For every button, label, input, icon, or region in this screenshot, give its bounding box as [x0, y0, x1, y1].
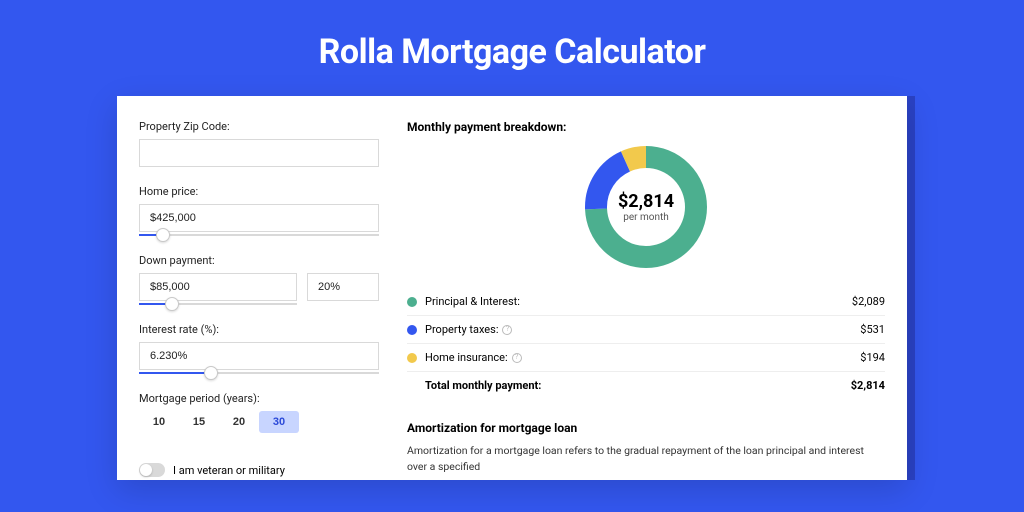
donut-subtext: per month: [623, 212, 669, 223]
calculator-card: Property Zip Code: Home price: Down paym…: [117, 96, 907, 480]
breakdown-value: $531: [860, 323, 885, 336]
veteran-label: I am veteran or military: [173, 464, 285, 477]
interest-rate-label: Interest rate (%):: [139, 323, 379, 336]
home-price-label: Home price:: [139, 185, 379, 198]
breakdown-total-value: $2,814: [851, 379, 885, 392]
slider-thumb-icon[interactable]: [156, 228, 170, 242]
zip-input[interactable]: [139, 139, 379, 167]
zip-label: Property Zip Code:: [139, 120, 379, 133]
field-down-payment: Down payment:: [139, 254, 379, 305]
home-price-slider[interactable]: [139, 234, 379, 236]
down-payment-input[interactable]: [139, 273, 297, 301]
payment-donut-chart: $2,814 per month: [583, 144, 709, 270]
veteran-toggle-row: I am veteran or military: [139, 463, 379, 477]
period-options: 10 15 20 30: [139, 411, 379, 433]
inputs-panel: Property Zip Code: Home price: Down paym…: [139, 120, 379, 480]
field-interest-rate: Interest rate (%):: [139, 323, 379, 374]
breakdown-row-principal: Principal & Interest: $2,089: [407, 288, 885, 316]
down-payment-pct-input[interactable]: [307, 273, 379, 301]
info-icon[interactable]: ?: [502, 325, 512, 335]
field-home-price: Home price:: [139, 185, 379, 236]
down-payment-label: Down payment:: [139, 254, 379, 267]
breakdown-label: Property taxes:: [425, 323, 498, 336]
breakdown-row-total: Total monthly payment: $2,814: [407, 372, 885, 399]
slider-thumb-icon[interactable]: [165, 297, 179, 311]
field-zip: Property Zip Code:: [139, 120, 379, 167]
breakdown-row-taxes: Property taxes: ? $531: [407, 316, 885, 344]
donut-amount: $2,814: [618, 191, 674, 212]
period-label: Mortgage period (years):: [139, 392, 379, 405]
amortization-title: Amortization for mortgage loan: [407, 421, 885, 435]
breakdown-value: $2,089: [852, 295, 885, 308]
breakdown-list: Principal & Interest: $2,089 Property ta…: [407, 288, 885, 399]
veteran-toggle[interactable]: [139, 463, 165, 477]
period-20-button[interactable]: 20: [219, 411, 259, 433]
breakdown-label: Home insurance:: [425, 351, 508, 364]
interest-rate-input[interactable]: [139, 342, 379, 370]
amortization-section: Amortization for mortgage loan Amortizat…: [407, 421, 885, 475]
info-icon[interactable]: ?: [512, 353, 522, 363]
legend-dot-icon: [407, 353, 417, 363]
breakdown-label: Principal & Interest:: [425, 295, 852, 308]
breakdown-panel: Monthly payment breakdown: $2,814 per mo…: [379, 120, 885, 480]
interest-rate-slider[interactable]: [139, 372, 379, 374]
amortization-body: Amortization for a mortgage loan refers …: [407, 443, 885, 475]
slider-thumb-icon[interactable]: [204, 366, 218, 380]
field-period: Mortgage period (years): 10 15 20 30: [139, 392, 379, 433]
down-payment-slider[interactable]: [139, 303, 297, 305]
period-10-button[interactable]: 10: [139, 411, 179, 433]
page-title: Rolla Mortgage Calculator: [0, 0, 1024, 96]
breakdown-value: $194: [860, 351, 885, 364]
period-15-button[interactable]: 15: [179, 411, 219, 433]
breakdown-total-label: Total monthly payment:: [425, 379, 851, 392]
legend-dot-icon: [407, 297, 417, 307]
breakdown-title: Monthly payment breakdown:: [407, 120, 885, 134]
legend-dot-icon: [407, 325, 417, 335]
home-price-input[interactable]: [139, 204, 379, 232]
period-30-button[interactable]: 30: [259, 411, 299, 433]
breakdown-row-insurance: Home insurance: ? $194: [407, 344, 885, 372]
